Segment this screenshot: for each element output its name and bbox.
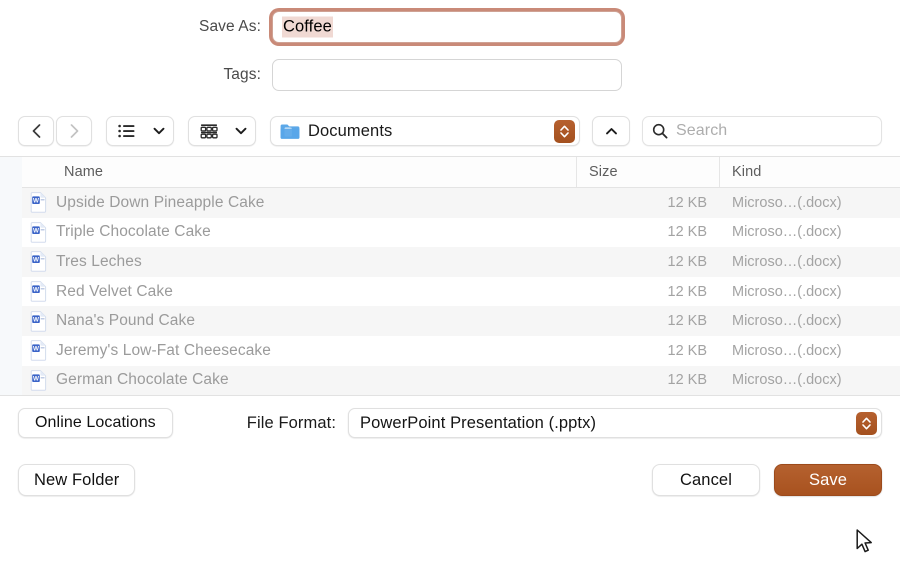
table-row[interactable]: W Tres Leches 12 KBMicroso…(.docx)	[0, 247, 900, 277]
file-kind: Microso…(.docx)	[720, 313, 900, 329]
table-row[interactable]: W Nana's Pound Cake 12 KBMicroso…(.docx)	[0, 306, 900, 336]
table-row[interactable]: W German Chocolate Cake 12 KBMicroso…(.doc…	[0, 366, 900, 396]
save-dialog-form: Save As: Coffee Tags:	[0, 0, 900, 92]
file-kind: Microso…(.docx)	[720, 343, 900, 359]
file-size: 12 KB	[577, 313, 720, 329]
column-header-kind[interactable]: Kind	[720, 157, 900, 187]
search-icon	[652, 123, 668, 139]
svg-text:W: W	[33, 227, 39, 234]
file-name: Tres Leches	[56, 253, 142, 271]
group-options-button[interactable]	[188, 116, 256, 146]
up-down-stepper-icon	[861, 416, 872, 431]
svg-text:W: W	[33, 198, 39, 205]
chevron-up-icon	[605, 127, 618, 136]
svg-text:W: W	[33, 316, 39, 323]
file-name-cell: W Red Velvet Cake	[0, 281, 577, 302]
grid-group-icon	[200, 124, 218, 139]
file-kind: Microso…(.docx)	[720, 254, 900, 270]
back-button[interactable]	[18, 116, 54, 146]
column-header-name[interactable]: Name	[0, 157, 577, 187]
file-size: 12 KB	[577, 372, 720, 388]
list-view-icon	[118, 124, 135, 138]
save-as-field-wrap: Coffee	[272, 11, 622, 43]
word-document-icon: W	[30, 370, 47, 391]
table-row[interactable]: W Jeremy's Low-Fat Cheesecake 12 KBMicroso…	[0, 336, 900, 366]
word-document-icon: W	[30, 192, 47, 213]
file-name: Upside Down Pineapple Cake	[56, 194, 265, 212]
file-format-bar: Online Locations File Format: PowerPoint…	[0, 396, 900, 450]
file-size: 12 KB	[577, 254, 720, 270]
svg-text:W: W	[33, 286, 39, 293]
tags-field-wrap	[272, 59, 622, 91]
file-list[interactable]: Name Size Kind W Upside Down Pineapple Ca…	[0, 156, 900, 396]
file-size: 12 KB	[577, 195, 720, 211]
file-name-cell: W Nana's Pound Cake	[0, 311, 577, 332]
file-format-label: File Format:	[247, 414, 336, 433]
file-name-cell: W Tres Leches	[0, 251, 577, 272]
file-format-value: PowerPoint Presentation (.pptx)	[360, 414, 856, 433]
table-row[interactable]: W Upside Down Pineapple Cake 12 KBMicroso……	[0, 188, 900, 218]
online-locations-button[interactable]: Online Locations	[18, 408, 173, 438]
word-document-icon: W	[30, 222, 47, 243]
location-dropdown[interactable]: Documents	[270, 116, 580, 146]
tags-input[interactable]	[272, 59, 622, 91]
file-kind: Microso…(.docx)	[720, 284, 900, 300]
word-document-icon: W	[30, 311, 47, 332]
up-down-stepper-icon	[559, 124, 570, 139]
forward-button[interactable]	[56, 116, 92, 146]
file-name-cell: W German Chocolate Cake	[0, 370, 577, 391]
file-name: Triple Chocolate Cake	[56, 223, 211, 241]
file-browser-toolbar: Documents Search	[0, 106, 900, 156]
arrow-cursor	[856, 529, 874, 555]
table-row[interactable]: W Triple Chocolate Cake 12 KBMicroso…(.doc…	[0, 218, 900, 248]
file-list-header: Name Size Kind	[0, 157, 900, 188]
file-name: Nana's Pound Cake	[56, 312, 195, 330]
navigation-buttons	[18, 116, 92, 146]
dialog-button-bar: New Folder Cancel Save	[0, 450, 900, 510]
svg-text:W: W	[33, 257, 39, 264]
new-folder-button[interactable]: New Folder	[18, 464, 135, 496]
file-name: Red Velvet Cake	[56, 283, 173, 301]
file-format-stepper[interactable]	[856, 412, 877, 435]
word-document-icon: W	[30, 340, 47, 361]
word-document-icon: W	[30, 281, 47, 302]
search-placeholder: Search	[676, 122, 727, 140]
table-row[interactable]: W Red Velvet Cake 12 KBMicroso…(.docx)	[0, 277, 900, 307]
file-name-cell: W Triple Chocolate Cake	[0, 222, 577, 243]
location-name: Documents	[308, 122, 554, 141]
cancel-button[interactable]: Cancel	[652, 464, 760, 496]
column-header-size[interactable]: Size	[577, 157, 720, 187]
file-format-dropdown[interactable]: PowerPoint Presentation (.pptx)	[348, 408, 882, 438]
location-stepper[interactable]	[554, 120, 575, 143]
file-name: German Chocolate Cake	[56, 371, 229, 389]
svg-text:W: W	[33, 346, 39, 353]
file-size: 12 KB	[577, 343, 720, 359]
file-size: 12 KB	[577, 284, 720, 300]
file-kind: Microso…(.docx)	[720, 372, 900, 388]
file-size: 12 KB	[577, 224, 720, 240]
collapse-button[interactable]	[592, 116, 630, 146]
chevron-down-icon	[153, 127, 165, 135]
tags-label: Tags:	[0, 66, 272, 84]
view-options-button[interactable]	[106, 116, 174, 146]
tags-row: Tags:	[0, 58, 900, 92]
chevron-right-icon	[69, 123, 80, 139]
blue-folder-icon	[280, 123, 300, 140]
chevron-left-icon	[31, 123, 42, 139]
search-field[interactable]: Search	[642, 116, 882, 146]
file-name-cell: W Jeremy's Low-Fat Cheesecake	[0, 340, 577, 361]
file-name: Jeremy's Low-Fat Cheesecake	[56, 342, 271, 360]
file-kind: Microso…(.docx)	[720, 224, 900, 240]
save-as-label: Save As:	[0, 18, 272, 36]
chevron-down-icon	[235, 127, 247, 135]
save-button[interactable]: Save	[774, 464, 882, 496]
file-name-cell: W Upside Down Pineapple Cake	[0, 192, 577, 213]
word-document-icon: W	[30, 251, 47, 272]
save-as-row: Save As: Coffee	[0, 10, 900, 44]
file-kind: Microso…(.docx)	[720, 195, 900, 211]
file-list-body: WUpside Down Pineapple Cake12 KBMicroso……	[0, 188, 900, 395]
svg-text:W: W	[33, 375, 39, 382]
save-as-input[interactable]	[272, 11, 622, 43]
